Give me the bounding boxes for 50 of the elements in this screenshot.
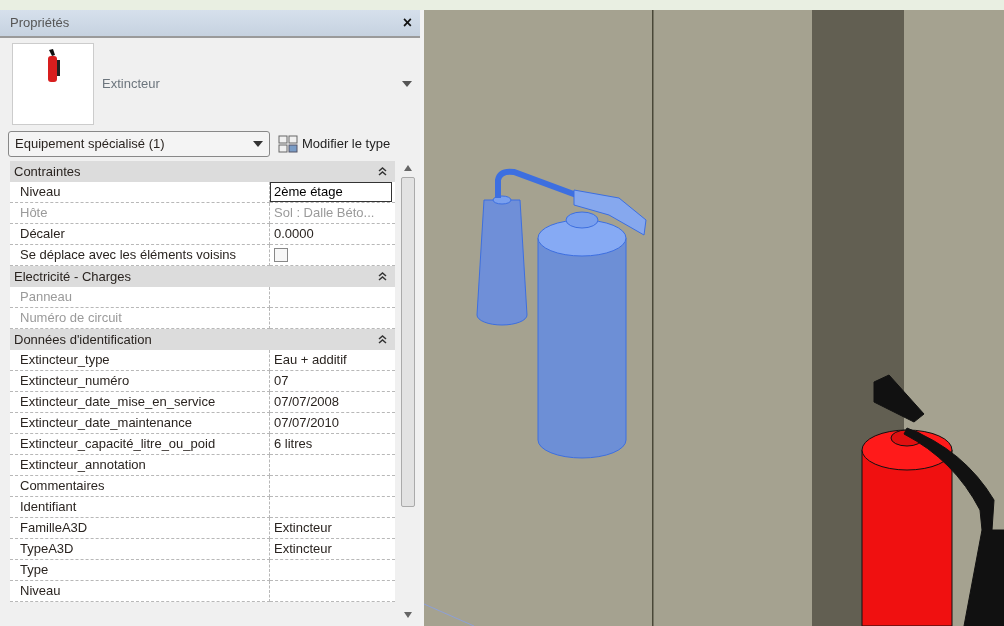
property-label: Décaler bbox=[10, 224, 270, 245]
value-cell[interactable]: Eau + additif bbox=[270, 350, 395, 371]
property-label: Commentaires bbox=[10, 476, 270, 497]
property-label: Hôte bbox=[10, 203, 270, 224]
value-cell[interactable]: 07/07/2008 bbox=[270, 392, 395, 413]
value-cell: Sol : Dalle Béto... bbox=[270, 203, 395, 224]
property-label: Extincteur_annotation bbox=[10, 455, 270, 476]
value-cell[interactable] bbox=[270, 497, 395, 518]
property-label: Extincteur_numéro bbox=[10, 371, 270, 392]
panel-title: Propriétés bbox=[10, 14, 70, 33]
value-cell[interactable]: 07/07/2010 bbox=[270, 413, 395, 434]
property-label: Extincteur_date_mise_en_service bbox=[10, 392, 270, 413]
scrollbar-thumb[interactable] bbox=[401, 177, 415, 507]
value-cell[interactable]: Extincteur bbox=[270, 539, 395, 560]
extinguisher-drawing[interactable] bbox=[476, 168, 647, 459]
property-label: Identifiant bbox=[10, 497, 270, 518]
value-cell[interactable]: Extincteur bbox=[270, 518, 395, 539]
property-label: FamilleA3D bbox=[10, 518, 270, 539]
property-label: Extincteur_date_maintenance bbox=[10, 413, 270, 434]
group-header[interactable]: Contraintes bbox=[14, 161, 81, 182]
scroll-down-icon[interactable] bbox=[404, 612, 412, 618]
close-button[interactable]: × bbox=[402, 11, 412, 35]
value-cell[interactable]: 07 bbox=[270, 371, 395, 392]
edit-type-icon bbox=[278, 135, 298, 153]
value-cell[interactable]: 0.0000 bbox=[270, 224, 395, 245]
property-label: Type bbox=[10, 560, 270, 581]
dropdown-arrow-icon[interactable] bbox=[402, 81, 412, 87]
property-label: TypeA3D bbox=[10, 539, 270, 560]
collapse-icon[interactable] bbox=[378, 335, 387, 344]
property-label: Extincteur_type bbox=[10, 350, 270, 371]
property-label: Se déplace avec les éléments voisins bbox=[10, 245, 270, 266]
caret-icon[interactable] bbox=[253, 141, 263, 147]
checkbox[interactable] bbox=[274, 248, 288, 262]
category-dropdown[interactable]: Equipement spécialisé (1) bbox=[8, 131, 270, 157]
value-cell[interactable]: 6 litres bbox=[270, 434, 395, 455]
property-label: Niveau bbox=[10, 182, 270, 203]
collapse-icon[interactable] bbox=[378, 167, 387, 176]
value-cell[interactable] bbox=[270, 476, 395, 497]
collapse-icon[interactable] bbox=[378, 272, 387, 281]
value-cell[interactable] bbox=[270, 245, 395, 266]
scroll-up-icon[interactable] bbox=[404, 165, 412, 171]
property-label: Numéro de circuit bbox=[10, 308, 270, 329]
value-cell[interactable] bbox=[270, 581, 395, 602]
edit-type-button[interactable]: Modifier le type bbox=[298, 134, 395, 154]
property-label: Niveau bbox=[10, 581, 270, 602]
type-name: Extincteur bbox=[102, 75, 160, 94]
value-cell[interactable] bbox=[270, 560, 395, 581]
property-label: Panneau bbox=[10, 287, 270, 308]
property-label: Extincteur_capacité_litre_ou_poid bbox=[10, 434, 270, 455]
value-cell[interactable] bbox=[270, 455, 395, 476]
